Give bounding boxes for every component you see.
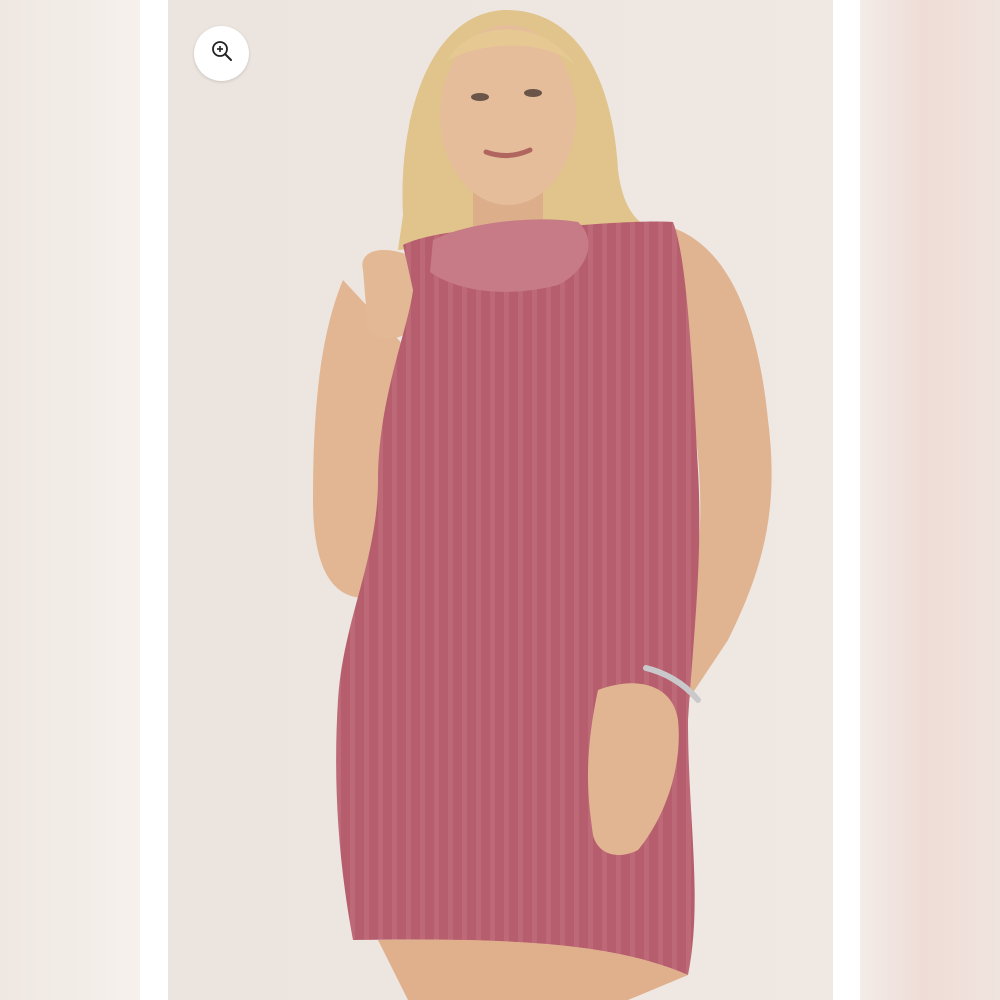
zoom-in-icon [211, 40, 233, 67]
zoom-button[interactable] [194, 26, 249, 81]
product-photo-illustration [168, 0, 833, 1000]
product-photo [168, 0, 833, 1000]
previous-image-preview[interactable] [0, 0, 140, 1000]
next-image-preview[interactable] [860, 0, 1000, 1000]
